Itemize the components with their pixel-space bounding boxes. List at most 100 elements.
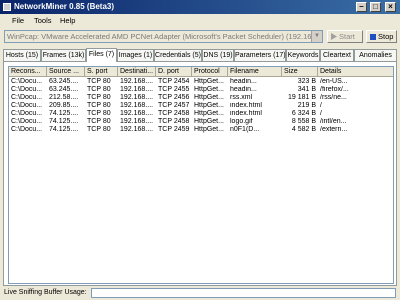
files-table[interactable]: Recons... Source ... S. port Destinati... D.… — [8, 66, 394, 284]
col-source-host-cell: 74.125.... — [49, 110, 79, 117]
col-filename-cell: headin... — [230, 86, 257, 93]
col-source-port-cell: TCP 80 — [87, 86, 111, 93]
tab-keywords[interactable]: Keywords — [286, 49, 320, 61]
buffer-usage-bar — [91, 288, 396, 298]
table-row[interactable]: C:\Docu... 212.58.... TCP 80 192.168.... TCP… — [9, 94, 393, 102]
toolbar: WinPcap: VMware Accelerated AMD PCNet Ad… — [0, 28, 400, 45]
col-size-cell: 219 B — [297, 102, 316, 109]
start-label: Start — [339, 32, 355, 41]
minimize-button[interactable]: – — [356, 2, 367, 12]
buffer-usage-label: Live Sniffing Buffer Usage: — [4, 289, 87, 296]
tab-dns[interactable]: DNS (19) — [202, 49, 234, 61]
tab-anomalies[interactable]: Anomalies — [354, 49, 397, 61]
col-reconstructed-cell: C:\Docu... — [11, 110, 43, 117]
table-row[interactable]: C:\Docu... 209.85.... TCP 80 192.168.... TCP… — [9, 102, 393, 110]
col-filename-cell: index.html — [230, 102, 262, 109]
chevron-down-icon[interactable]: ▼ — [311, 31, 322, 42]
col-details-cell: /intl/en... — [320, 118, 347, 125]
col-size-cell: 341 B — [297, 86, 316, 93]
col-destination-host-header[interactable]: Destinati... — [118, 67, 156, 77]
close-button[interactable]: × — [385, 2, 396, 12]
stop-icon — [370, 32, 376, 43]
col-destination-port-cell: TCP 2455 — [158, 86, 190, 93]
col-reconstructed-cell: C:\Docu... — [11, 118, 43, 125]
col-source-port-cell: TCP 80 — [87, 94, 111, 101]
col-source-host-cell: 63.245.... — [49, 86, 79, 93]
col-reconstructed-header[interactable]: Recons... — [9, 67, 47, 77]
menu-help[interactable]: Help — [60, 16, 75, 25]
col-protocol-cell: HttpGet... — [194, 86, 224, 93]
stop-button[interactable]: Stop — [366, 30, 397, 43]
start-button[interactable]: Start — [327, 30, 363, 43]
col-destination-host-cell: 192.168.... — [120, 118, 154, 125]
tab-frames[interactable]: Frames (13k) — [41, 49, 86, 61]
adapter-value: WinPcap: VMware Accelerated AMD PCNet Ad… — [7, 32, 323, 41]
col-details-cell: / — [320, 102, 322, 109]
col-destination-port-cell: TCP 2459 — [158, 126, 190, 133]
table-row[interactable]: C:\Docu... 63.245.... TCP 80 192.168.... TCP… — [9, 86, 393, 94]
col-source-port-cell: TCP 80 — [87, 102, 111, 109]
col-source-host-header[interactable]: Source ... — [47, 67, 85, 77]
col-details-header[interactable]: Details — [318, 67, 393, 77]
col-size-cell: 19 181 B — [287, 94, 316, 101]
tab-hosts[interactable]: Hosts (15) — [3, 49, 41, 61]
col-details-cell: /rss/ne... — [320, 94, 347, 101]
col-destination-port-cell: TCP 2457 — [158, 102, 190, 109]
col-destination-host-cell: 192.168.... — [120, 78, 154, 85]
col-size-cell: 6 324 B — [291, 110, 316, 117]
networkminer-window: NetworkMiner 0.85 (Beta3) – □ × File Too… — [0, 0, 400, 300]
tab-credentials[interactable]: Credentials (5) — [154, 49, 202, 61]
col-filename-cell: headin... — [230, 78, 257, 85]
window-title: NetworkMiner 0.85 (Beta3) — [14, 2, 115, 11]
col-destination-host-cell: 192.168.... — [120, 86, 154, 93]
col-destination-host-cell: 192.168.... — [120, 94, 154, 101]
col-destination-port-cell: TCP 2458 — [158, 110, 190, 117]
col-details-cell: /en-US... — [320, 78, 348, 85]
col-destination-host-cell: 192.168.... — [120, 110, 154, 117]
table-row[interactable]: C:\Docu... 74.125.... TCP 80 192.168.... TCP… — [9, 126, 393, 134]
col-source-port-header[interactable]: S. port — [85, 67, 118, 77]
col-size-cell: 323 B — [297, 78, 316, 85]
col-protocol-cell: HttpGet... — [194, 78, 224, 85]
col-details-cell: /extern... — [320, 126, 348, 133]
col-size-cell: 4 582 B — [291, 126, 316, 133]
col-source-host-cell: 63.245.... — [49, 78, 79, 85]
col-source-port-cell: TCP 80 — [87, 110, 111, 117]
title-bar[interactable]: NetworkMiner 0.85 (Beta3) – □ × — [0, 0, 400, 14]
play-icon — [331, 32, 337, 43]
col-source-host-cell: 209.85.... — [49, 102, 79, 109]
col-reconstructed-cell: C:\Docu... — [11, 126, 43, 133]
col-source-port-cell: TCP 80 — [87, 78, 111, 85]
col-reconstructed-cell: C:\Docu... — [11, 94, 43, 101]
col-destination-port-cell: TCP 2454 — [158, 78, 190, 85]
table-row[interactable]: C:\Docu... 63.245.... TCP 80 192.168.... TCP… — [9, 78, 393, 86]
col-filename-cell: logo.gif — [230, 118, 253, 125]
col-filename-cell: n0F1(D... — [230, 126, 260, 133]
col-protocol-header[interactable]: Protocol — [192, 67, 228, 77]
col-destination-host-cell: 192.168.... — [120, 102, 154, 109]
table-header: Recons... Source ... S. port Destinati... D.… — [9, 67, 393, 77]
menu-file[interactable]: File — [12, 16, 24, 25]
tab-files[interactable]: Files (7) — [86, 48, 117, 62]
maximize-button[interactable]: □ — [370, 2, 381, 12]
col-filename-cell: index.html — [230, 110, 262, 117]
stop-label: Stop — [378, 32, 394, 41]
col-details-cell: / — [320, 110, 322, 117]
col-source-host-cell: 212.58.... — [49, 94, 79, 101]
col-details-cell: /firefox/... — [320, 86, 349, 93]
menu-bar: File Tools Help — [0, 14, 400, 27]
tab-parameters[interactable]: Parameters (17) — [234, 49, 286, 61]
adapter-select[interactable]: WinPcap: VMware Accelerated AMD PCNet Ad… — [4, 30, 323, 43]
tab-cleartext[interactable]: Cleartext — [320, 49, 354, 61]
files-panel: Recons... Source ... S. port Destinati... D.… — [3, 61, 397, 286]
table-row[interactable]: C:\Docu... 74.125.... TCP 80 192.168.... TCP… — [9, 118, 393, 126]
col-reconstructed-cell: C:\Docu... — [11, 86, 43, 93]
col-destination-port-header[interactable]: D. port — [156, 67, 192, 77]
col-filename-cell: rss.xml — [230, 94, 253, 101]
col-filename-header[interactable]: Filename — [228, 67, 282, 77]
col-protocol-cell: HttpGet... — [194, 94, 224, 101]
table-row[interactable]: C:\Docu... 74.125.... TCP 80 192.168.... TCP… — [9, 110, 393, 118]
menu-tools[interactable]: Tools — [34, 16, 52, 25]
col-size-header[interactable]: Size — [282, 67, 318, 77]
tab-images[interactable]: Images (1) — [117, 49, 154, 61]
